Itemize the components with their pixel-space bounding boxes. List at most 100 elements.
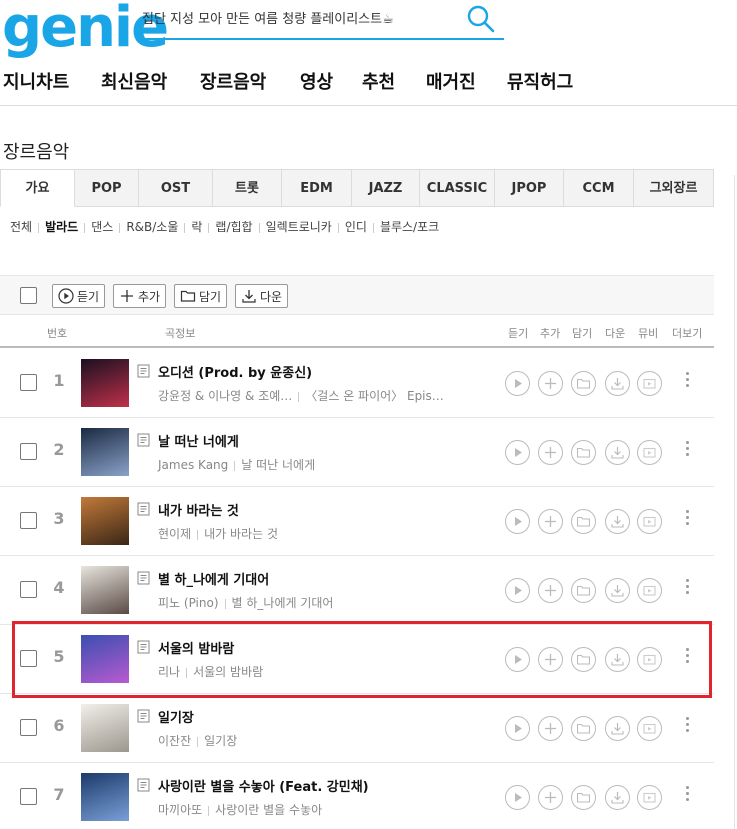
more-options-icon[interactable] (686, 717, 690, 737)
artist-name[interactable]: 이잔잔 (158, 734, 191, 748)
add-button[interactable] (538, 785, 563, 810)
row-checkbox[interactable] (20, 512, 37, 529)
row-checkbox[interactable] (20, 719, 37, 736)
lyrics-icon[interactable] (137, 571, 151, 585)
save-button[interactable] (571, 578, 596, 603)
artist-name[interactable]: 현이제 (158, 527, 191, 541)
nav-recommend[interactable]: 추천 (362, 68, 395, 94)
download-button[interactable] (605, 716, 630, 741)
search-input[interactable] (142, 6, 462, 32)
lyrics-icon[interactable] (137, 364, 151, 378)
download-button[interactable] (605, 509, 630, 534)
listen-button[interactable] (505, 509, 530, 534)
play-selected-button[interactable]: 듣기 (52, 284, 106, 308)
subgenre-dance[interactable]: 댄스 (91, 218, 113, 235)
album-name[interactable]: 별 하_나에게 기대어 (232, 596, 334, 610)
add-selected-button[interactable]: 추가 (113, 284, 167, 308)
mv-button[interactable] (637, 440, 662, 465)
song-title[interactable]: 별 하_나에게 기대어 (158, 569, 269, 588)
subgenre-hiphop[interactable]: 랩/힙합 (215, 218, 252, 235)
nav-new[interactable]: 최신음악 (101, 68, 167, 94)
tab-jazz[interactable]: JAZZ (352, 169, 420, 207)
artist-name[interactable]: 피노 (Pino) (158, 596, 219, 610)
song-row[interactable]: 2 날 떠난 너에게 James Kang 날 떠난 너에게 (0, 418, 714, 487)
add-button[interactable] (538, 440, 563, 465)
more-options-icon[interactable] (686, 579, 690, 599)
tab-edm[interactable]: EDM (282, 169, 352, 207)
row-checkbox[interactable] (20, 443, 37, 460)
nav-chart[interactable]: 지니차트 (3, 68, 69, 94)
download-button[interactable] (605, 785, 630, 810)
album-art[interactable] (81, 704, 129, 752)
add-button[interactable] (538, 509, 563, 534)
nav-magazine[interactable]: 매거진 (426, 68, 476, 94)
album-art[interactable] (81, 773, 129, 821)
row-checkbox[interactable] (20, 374, 37, 391)
song-row[interactable]: 4별 하_나에게 기대어 피노 (Pino) 별 하_나에게 기대어 (0, 556, 714, 625)
subgenre-indie[interactable]: 인디 (345, 218, 367, 235)
lyrics-icon[interactable] (137, 502, 151, 516)
tab-ccm[interactable]: CCM (564, 169, 634, 207)
listen-button[interactable] (505, 440, 530, 465)
listen-button[interactable] (505, 371, 530, 396)
select-all-checkbox[interactable] (20, 287, 37, 304)
nav-genre[interactable]: 장르음악 (200, 68, 266, 94)
artist-name[interactable]: 강윤정 & 이나영 & 조예… (158, 389, 292, 403)
mv-button[interactable] (637, 509, 662, 534)
mv-button[interactable] (637, 578, 662, 603)
nav-musichug[interactable]: 뮤직허그 (507, 68, 573, 94)
album-name[interactable]: 〈걸스 온 파이어〉 Epis… (305, 389, 443, 403)
song-row[interactable]: 3 내가 바라는 것 현이제 내가 바라는 것 (0, 487, 714, 556)
album-name[interactable]: 내가 바라는 것 (204, 527, 278, 541)
tab-ost[interactable]: OST (139, 169, 213, 207)
save-button[interactable] (571, 371, 596, 396)
album-name[interactable]: 사랑이란 별을 수놓아 (215, 803, 322, 817)
row-checkbox[interactable] (20, 581, 37, 598)
more-options-icon[interactable] (686, 372, 690, 392)
listen-button[interactable] (505, 716, 530, 741)
download-button[interactable] (605, 440, 630, 465)
save-selected-button[interactable]: 담기 (174, 284, 228, 308)
subgenre-blues-folk[interactable]: 블루스/포크 (380, 218, 439, 235)
download-selected-button[interactable]: 다운 (235, 284, 289, 308)
album-art[interactable] (81, 359, 129, 407)
add-button[interactable] (538, 578, 563, 603)
song-row[interactable]: 6 일기장 이잔잔 일기장 (0, 694, 714, 763)
tab-jpop[interactable]: JPOP (495, 169, 564, 207)
more-options-icon[interactable] (686, 441, 690, 461)
save-button[interactable] (571, 785, 596, 810)
subgenre-electronica[interactable]: 일렉트로니카 (266, 218, 332, 235)
mv-button[interactable] (637, 371, 662, 396)
listen-button[interactable] (505, 785, 530, 810)
listen-button[interactable] (505, 578, 530, 603)
tab-trot[interactable]: 트롯 (213, 169, 282, 207)
album-name[interactable]: 날 떠난 너에게 (241, 458, 315, 472)
subgenre-rock[interactable]: 락 (191, 218, 202, 235)
add-button[interactable] (538, 371, 563, 396)
song-title[interactable]: 사랑이란 별을 수놓아 (Feat. 강민채) (158, 776, 369, 795)
subgenre-ballad[interactable]: 발라드 (45, 218, 78, 235)
album-art[interactable] (81, 566, 129, 614)
more-options-icon[interactable] (686, 510, 690, 530)
download-button[interactable] (605, 371, 630, 396)
save-button[interactable] (571, 716, 596, 741)
tab-pop[interactable]: POP (75, 169, 139, 207)
download-button[interactable] (605, 578, 630, 603)
song-title[interactable]: 오디션 (Prod. by 윤종신) (158, 362, 312, 381)
row-checkbox[interactable] (20, 788, 37, 805)
tab-classic[interactable]: CLASSIC (420, 169, 495, 207)
mv-button[interactable] (637, 785, 662, 810)
song-title[interactable]: 일기장 (158, 707, 194, 726)
artist-name[interactable]: 마끼아또 (158, 803, 202, 817)
save-button[interactable] (571, 509, 596, 534)
album-name[interactable]: 일기장 (204, 734, 237, 748)
lyrics-icon[interactable] (137, 433, 151, 447)
search-icon[interactable] (466, 4, 496, 34)
lyrics-icon[interactable] (137, 709, 151, 723)
album-art[interactable] (81, 428, 129, 476)
album-art[interactable] (81, 497, 129, 545)
mv-button[interactable] (637, 716, 662, 741)
tab-gayo[interactable]: 가요 (0, 169, 75, 207)
nav-video[interactable]: 영상 (300, 68, 333, 94)
subgenre-all[interactable]: 전체 (10, 218, 32, 235)
